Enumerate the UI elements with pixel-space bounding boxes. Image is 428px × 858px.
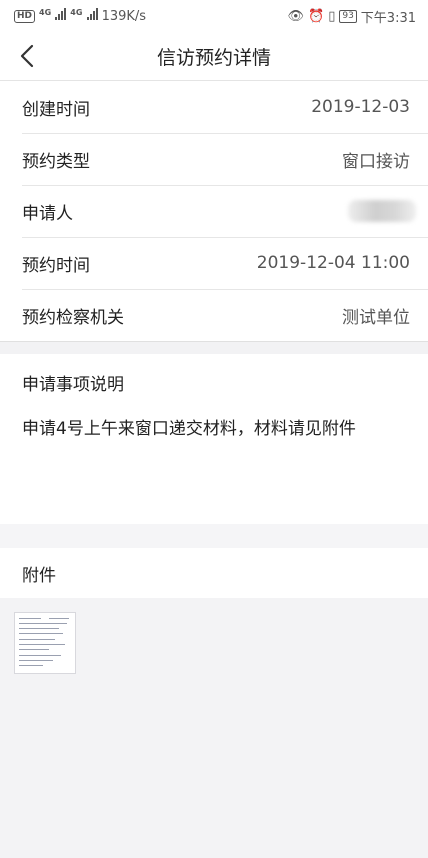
- page-title: 信访预约详情: [156, 46, 271, 69]
- appointment-time-value: 2019-12-04 11:00: [256, 253, 410, 273]
- description-title: 申请事项说明: [22, 374, 124, 395]
- back-arrow-icon[interactable]: [14, 42, 42, 70]
- vibrate-icon: ▯: [328, 8, 336, 24]
- row-appointment-time: 预约时间 2019-12-04 11:00: [0, 237, 428, 289]
- description-text: 申请4号上午来窗口递交材料，材料请见附件: [22, 419, 356, 439]
- signal-icon: 4G: [39, 8, 67, 24]
- signal-icon-2: 4G: [70, 8, 98, 24]
- description-section: 申请事项说明 申请4号上午来窗口递交材料，材料请见附件: [0, 354, 428, 524]
- section-divider: [0, 341, 428, 354]
- attachment-thumbnail[interactable]: [14, 612, 76, 674]
- section-divider-2: [0, 524, 428, 548]
- attachments-title: 附件: [0, 548, 428, 598]
- created-time-label: 创建时间: [22, 99, 90, 120]
- appointment-time-label: 预约时间: [22, 255, 90, 276]
- organization-label: 预约检察机关: [22, 307, 124, 328]
- applicant-value-redacted: [348, 200, 416, 222]
- appointment-type-value: 窗口接访: [342, 151, 410, 172]
- clock: 下午3:31: [360, 10, 416, 26]
- eye-icon: 👁: [287, 8, 304, 24]
- details-list: 创建时间 2019-12-03 预约类型 窗口接访 申请人 预约时间 2019-…: [0, 81, 428, 341]
- alarm-icon: ⏰: [308, 8, 325, 24]
- row-appointment-type: 预约类型 窗口接访: [0, 133, 428, 185]
- appointment-type-label: 预约类型: [22, 151, 90, 172]
- applicant-label: 申请人: [22, 203, 73, 224]
- row-created-time: 创建时间 2019-12-03: [0, 81, 428, 133]
- status-bar: HD 4G 4G 139K/s 👁 ⏰ ▯ 93 下午3:31: [0, 0, 428, 32]
- row-organization: 预约检察机关 测试单位: [0, 289, 428, 341]
- attachments-area: [0, 598, 428, 858]
- battery-icon: 93: [339, 9, 357, 23]
- hd-icon: HD: [14, 9, 36, 23]
- organization-value: 测试单位: [342, 307, 410, 328]
- created-time-value: 2019-12-03: [311, 97, 410, 117]
- nav-bar: 信访预约详情: [0, 32, 428, 81]
- row-applicant: 申请人: [0, 185, 428, 237]
- network-speed: 139K/s: [101, 8, 147, 24]
